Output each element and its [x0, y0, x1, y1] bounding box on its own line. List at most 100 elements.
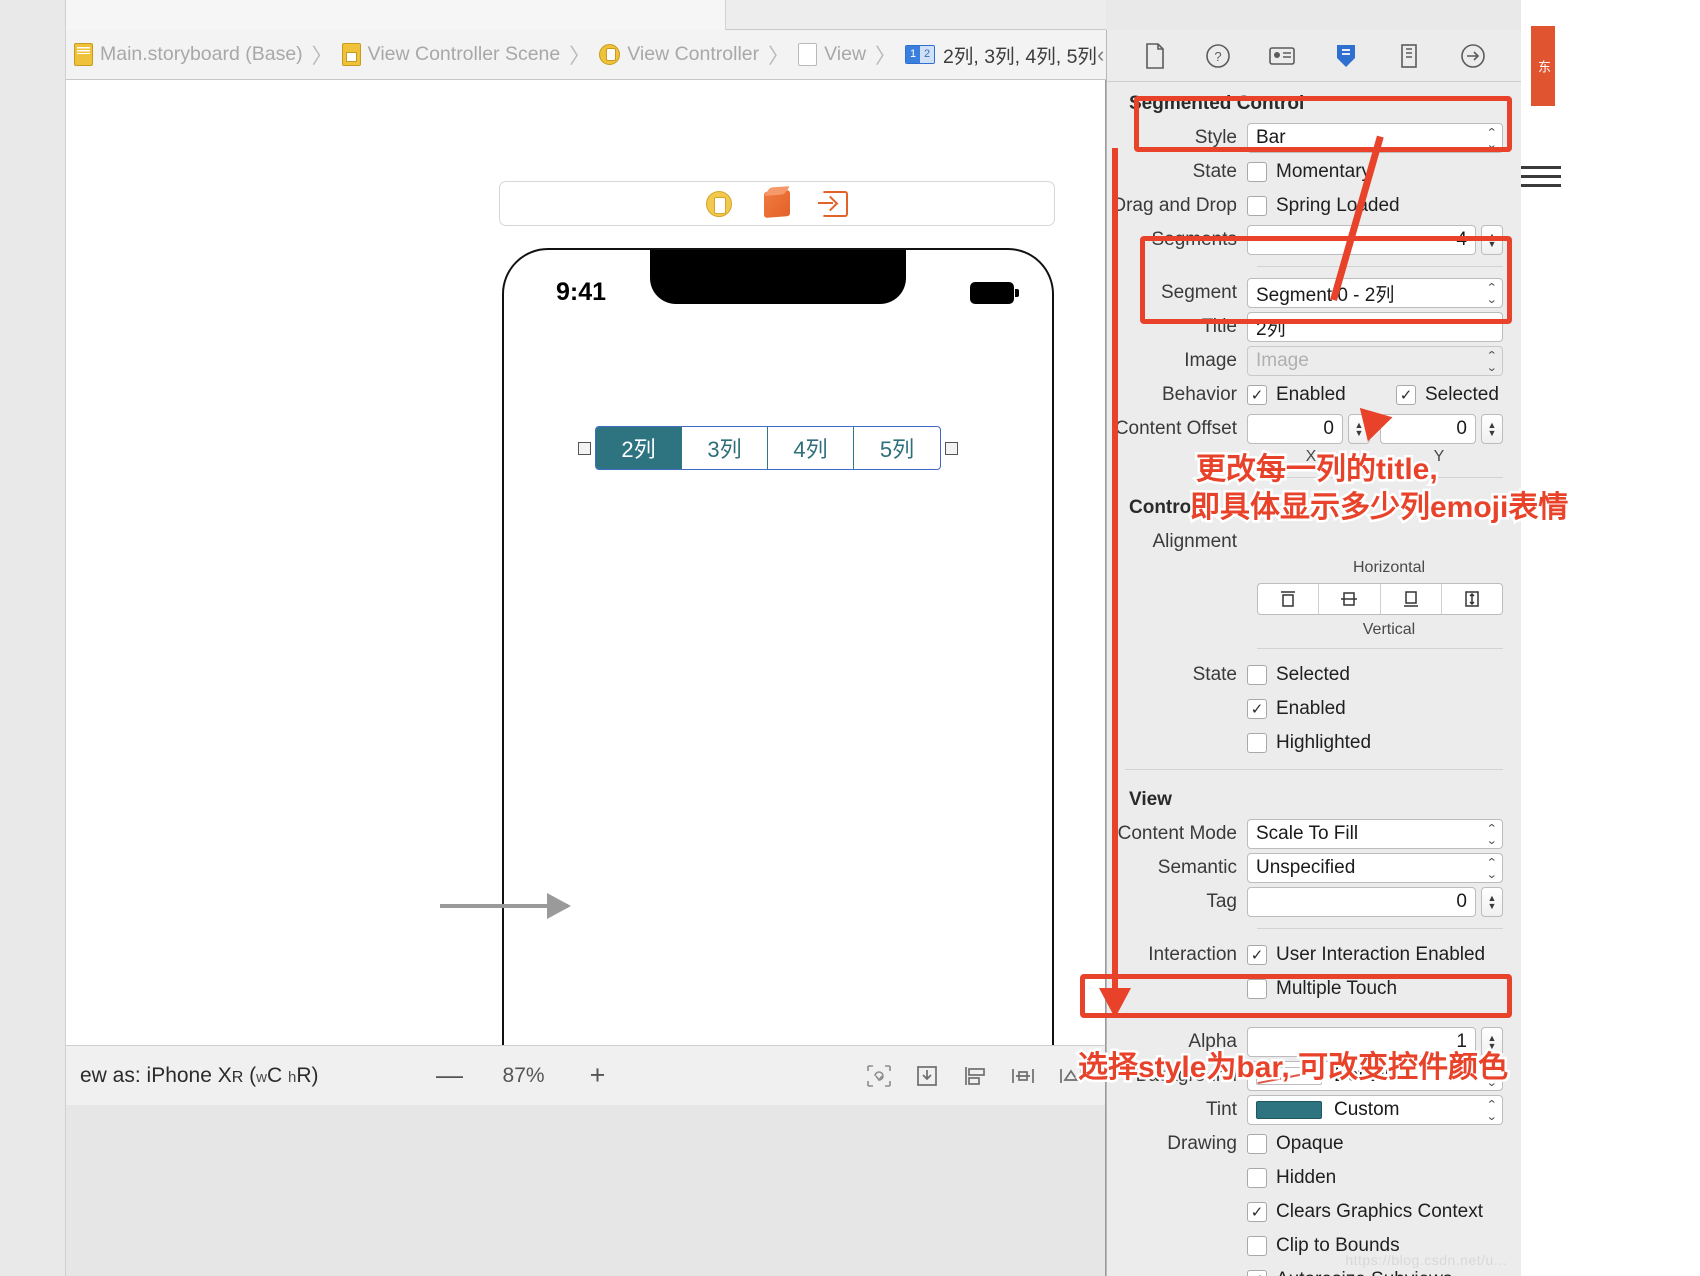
image-select[interactable]: Image — [1247, 346, 1503, 376]
side-tab[interactable]: 东 — [1531, 26, 1555, 106]
tint-select[interactable]: Custom — [1247, 1095, 1503, 1125]
align-icon[interactable] — [961, 1063, 989, 1089]
row-clears-graphics[interactable]: ✓ Clears Graphics Context — [1107, 1195, 1521, 1229]
file-inspector-icon[interactable] — [1138, 41, 1172, 71]
size-inspector-icon[interactable] — [1392, 41, 1426, 71]
row-control-enabled[interactable]: ✓ Enabled — [1107, 692, 1521, 726]
control-selected-checkbox[interactable] — [1247, 665, 1267, 685]
resize-handle-right[interactable] — [945, 441, 958, 455]
view-as-control[interactable]: ew as: iPhone XR (wC hR) — [80, 1064, 319, 1088]
content-offset-y-stepper[interactable]: ▲ ▼ — [1481, 414, 1503, 444]
content-offset-y-input[interactable]: 0 — [1380, 414, 1476, 444]
multiple-touch-checkbox[interactable] — [1247, 979, 1267, 999]
control-enabled-checkbox[interactable]: ✓ — [1247, 699, 1267, 719]
semantic-select[interactable]: Unspecified — [1247, 853, 1503, 883]
connections-inspector-icon[interactable] — [1456, 41, 1490, 71]
breadcrumb-label: View Controller — [627, 43, 760, 65]
row-behavior[interactable]: Behavior ✓ Enabled ✓ Selected — [1107, 378, 1521, 412]
segment-3[interactable]: 5列 — [854, 427, 940, 469]
hidden-checkbox[interactable] — [1247, 1168, 1267, 1188]
embed-in-icon[interactable] — [913, 1063, 941, 1089]
segment-select[interactable]: Segment 0 - 2列 — [1247, 278, 1503, 308]
row-content-mode[interactable]: Content Mode Scale To Fill — [1107, 817, 1521, 851]
breadcrumb-item-scene[interactable]: View Controller Scene — [341, 43, 560, 66]
control-highlighted-checkbox[interactable] — [1247, 733, 1267, 753]
row-drawing[interactable]: Drawing Opaque — [1107, 1127, 1521, 1161]
segmented-control[interactable]: 2列 3列 4列 5列 — [595, 426, 941, 470]
behavior-enabled-checkbox[interactable]: ✓ — [1247, 385, 1267, 405]
row-control-state[interactable]: State Selected — [1107, 658, 1521, 692]
breadcrumb-item-storyboard[interactable]: Main.storyboard (Base) — [74, 43, 303, 66]
iphone-preview[interactable]: 9:41 2列 3列 4列 5列 — [502, 248, 1054, 1168]
segment-1[interactable]: 3列 — [682, 427, 768, 469]
inspector-tab-bar[interactable]: ? — [1107, 30, 1521, 82]
align-bottom-icon[interactable] — [1381, 584, 1442, 614]
hamburger-icon[interactable] — [1521, 160, 1561, 193]
row-multiple-touch[interactable]: Multiple Touch — [1107, 972, 1521, 1006]
align-fill-icon[interactable] — [1442, 584, 1502, 614]
row-alignment[interactable]: Alignment — [1107, 525, 1521, 559]
row-segments[interactable]: Segments 4 ▲ ▼ — [1107, 223, 1521, 257]
row-hidden[interactable]: Hidden — [1107, 1161, 1521, 1195]
row-segment[interactable]: Segment Segment 0 - 2列 — [1107, 276, 1521, 310]
editor-tab-strip[interactable] — [66, 0, 1106, 30]
row-style[interactable]: Style Bar — [1107, 121, 1521, 155]
tag-stepper[interactable]: ▲ ▼ — [1481, 887, 1503, 917]
align-middle-icon[interactable] — [1319, 584, 1381, 614]
zoom-in-button[interactable]: + — [583, 1060, 613, 1091]
content-mode-select[interactable]: Scale To Fill — [1247, 819, 1503, 849]
behavior-selected-checkbox[interactable]: ✓ — [1396, 385, 1416, 405]
pin-icon[interactable] — [1009, 1063, 1037, 1089]
row-content-offset[interactable]: Content Offset 0 ▲ ▼ 0 ▲ ▼ — [1107, 412, 1521, 446]
resize-handle-left[interactable] — [578, 441, 591, 455]
row-tag[interactable]: Tag 0 ▲ ▼ — [1107, 885, 1521, 919]
row-tint[interactable]: Tint Custom — [1107, 1093, 1521, 1127]
row-control-highlighted[interactable]: Highlighted — [1107, 726, 1521, 760]
editor-tab[interactable] — [66, 0, 726, 30]
row-image[interactable]: Image Image — [1107, 344, 1521, 378]
canvas-toolbar[interactable]: ew as: iPhone XR (wC hR) — 87% + — [66, 1045, 1106, 1105]
zoom-out-button[interactable]: — — [435, 1060, 465, 1091]
breadcrumb[interactable]: Main.storyboard (Base) 〉 View Controller… — [66, 30, 1160, 80]
xcode-window: Main.storyboard (Base) 〉 View Controller… — [0, 0, 1700, 1276]
breadcrumb-item-view[interactable]: View — [798, 43, 866, 66]
opaque-checkbox[interactable] — [1247, 1134, 1267, 1154]
align-top-icon[interactable] — [1258, 584, 1320, 614]
segment-0[interactable]: 2列 — [596, 427, 682, 469]
row-title[interactable]: Title 2列 — [1107, 310, 1521, 344]
segment-2[interactable]: 4列 — [768, 427, 854, 469]
momentary-checkbox[interactable] — [1247, 162, 1267, 182]
segments-stepper[interactable]: ▲ ▼ — [1481, 225, 1503, 255]
row-semantic[interactable]: Semantic Unspecified — [1107, 851, 1521, 885]
inspector-panel[interactable]: ? Segmented Control Style Bar ⌃⌄ State M… — [1106, 30, 1521, 1276]
layout-tool-icons[interactable] — [865, 1063, 1091, 1089]
vertical-alignment-segmented[interactable] — [1257, 583, 1503, 615]
storyboard-canvas[interactable]: 9:41 2列 3列 4列 5列 — [66, 80, 1106, 1168]
spring-loaded-checkbox[interactable] — [1247, 196, 1267, 216]
quick-help-icon[interactable]: ? — [1201, 41, 1235, 71]
scene-dock[interactable] — [499, 181, 1055, 226]
clears-graphics-checkbox[interactable]: ✓ — [1247, 1202, 1267, 1222]
zoom-controls[interactable]: — 87% + — [435, 1060, 613, 1091]
row-interaction[interactable]: Interaction ✓ User Interaction Enabled — [1107, 938, 1521, 972]
update-frames-icon[interactable] — [865, 1063, 893, 1089]
title-input[interactable]: 2列 — [1247, 312, 1503, 342]
autoresize-checkbox[interactable]: ✓ — [1247, 1270, 1267, 1276]
breadcrumb-item-view-controller[interactable]: View Controller — [599, 43, 759, 66]
attributes-inspector-icon[interactable] — [1329, 41, 1363, 71]
segmented-control-wrapper[interactable]: 2列 3列 4列 5列 — [578, 426, 958, 470]
identity-inspector-icon[interactable] — [1265, 41, 1299, 71]
segments-input[interactable]: 4 — [1247, 225, 1476, 255]
breadcrumb-item-segmented-control[interactable]: 12 2列, 3列, 4列, 5列 — [905, 40, 1097, 69]
inspector-content[interactable]: Segmented Control Style Bar State Moment… — [1107, 83, 1521, 1276]
content-offset-x-input[interactable]: 0 — [1247, 414, 1343, 444]
view-controller-icon[interactable] — [706, 190, 732, 217]
tag-input[interactable]: 0 — [1247, 887, 1476, 917]
first-responder-icon[interactable] — [764, 189, 790, 218]
exit-icon[interactable] — [818, 190, 848, 217]
row-state-momentary[interactable]: State Momentary — [1107, 155, 1521, 189]
user-interaction-checkbox[interactable]: ✓ — [1247, 945, 1267, 965]
clip-to-bounds-checkbox[interactable] — [1247, 1236, 1267, 1256]
breadcrumb-prev-button[interactable]: ‹ — [1097, 42, 1104, 68]
row-drag-and-drop[interactable]: Drag and Drop Spring Loaded — [1107, 189, 1521, 223]
